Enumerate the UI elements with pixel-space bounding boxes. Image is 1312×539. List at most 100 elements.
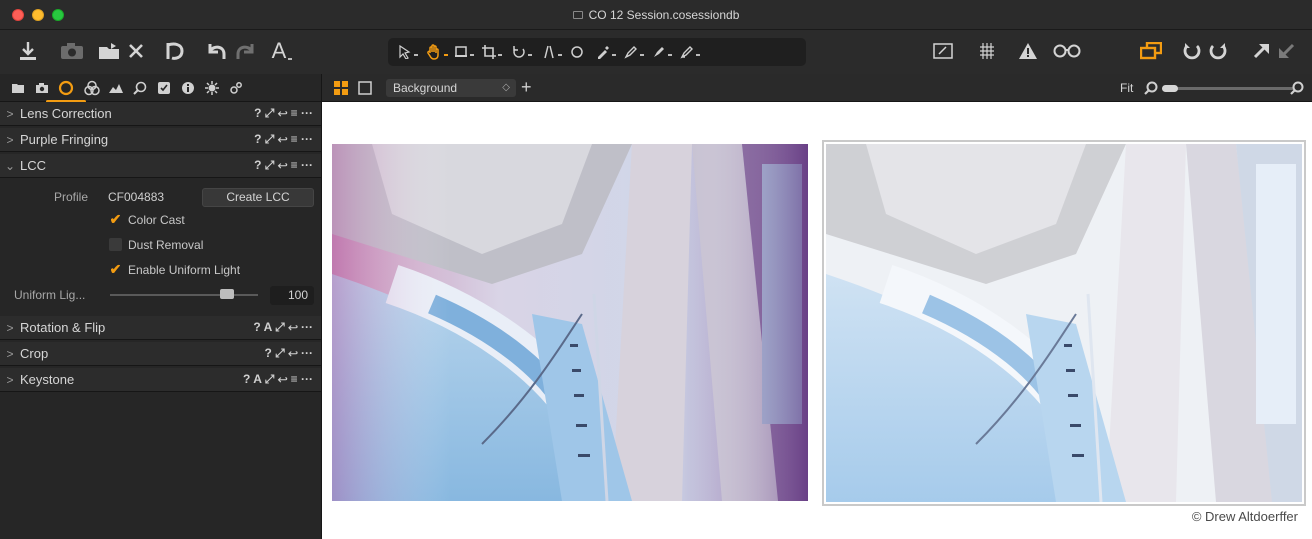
capture-icon — [36, 83, 48, 93]
import-button[interactable] — [14, 36, 42, 66]
color-cast-checkbox[interactable]: ✔ — [109, 212, 122, 226]
tab-library[interactable] — [10, 80, 26, 96]
tab-adjustments[interactable] — [156, 80, 172, 96]
single-view-icon — [358, 81, 372, 95]
multi-view-button[interactable] — [1138, 36, 1164, 66]
variants-icon — [1140, 42, 1162, 60]
proof-button[interactable] — [930, 36, 956, 66]
tab-exposure[interactable] — [108, 80, 124, 96]
tool-header-actions[interactable]: ? ⤢ ↩ ≡ ··· — [254, 158, 321, 173]
reset-button[interactable] — [160, 36, 190, 66]
tab-color[interactable] — [84, 80, 100, 96]
zoom-in-icon[interactable] — [1290, 81, 1304, 98]
keystone-icon — [544, 45, 554, 59]
delete-button[interactable] — [124, 36, 148, 66]
select-tool[interactable] — [398, 42, 418, 62]
text-icon: A — [271, 38, 287, 63]
rotate-left-button[interactable] — [1180, 36, 1204, 66]
rotate-tool[interactable] — [512, 42, 532, 62]
title-bar: CO 12 Session.cosessiondb — [0, 0, 1312, 30]
chevron-right-icon: > — [6, 372, 14, 387]
metadata-icon — [182, 82, 194, 94]
redo-icon — [236, 44, 254, 59]
tab-details[interactable] — [132, 80, 148, 96]
uniform-light-slider-track[interactable] — [110, 294, 258, 296]
pan-tool[interactable] — [426, 42, 448, 62]
tool-title: LCC — [20, 158, 47, 173]
tool-header-actions[interactable]: ? A ⤢ ↩ ··· — [253, 320, 321, 335]
move-to-folder-button[interactable] — [96, 36, 122, 66]
background-select-value: Background — [393, 81, 458, 95]
single-view-toggle[interactable] — [358, 81, 372, 98]
photo-after[interactable] — [822, 140, 1306, 506]
copy-adjustments-icon — [1253, 44, 1269, 59]
zoom-slider-track[interactable] — [1162, 87, 1294, 90]
rotate-right-button[interactable] — [1206, 36, 1230, 66]
background-select[interactable]: Background ◇ — [386, 79, 516, 97]
paste-adjustments-button[interactable] — [1276, 36, 1298, 66]
tool-panel: > Lens Correction ? ⤢ ↩ ≡ ··· > Purple F… — [0, 102, 322, 539]
tool-header-actions[interactable]: ? ⤢ ↩ ··· — [264, 346, 321, 361]
redo-button[interactable] — [234, 36, 256, 66]
tab-metadata[interactable] — [180, 80, 196, 96]
grid-button[interactable] — [976, 36, 998, 66]
focus-mask-button[interactable] — [1050, 36, 1084, 66]
crop-tool[interactable] — [482, 42, 502, 62]
picker-icon — [598, 46, 609, 59]
folder-move-icon — [99, 43, 119, 59]
create-lcc-button[interactable]: Create LCC — [202, 188, 314, 207]
loupe-tool[interactable] — [454, 42, 474, 62]
eraser-tool[interactable] — [652, 42, 672, 62]
undo-button[interactable] — [206, 36, 228, 66]
dust-removal-checkbox[interactable] — [109, 238, 122, 251]
text-tool-button[interactable]: A — [270, 36, 294, 66]
chevron-right-icon: > — [6, 346, 14, 361]
brush-tool[interactable] — [624, 42, 644, 62]
camera-icon — [61, 43, 83, 59]
tool-header-actions[interactable]: ? ⤢ ↩ ≡ ··· — [254, 106, 321, 121]
crop-icon — [482, 45, 496, 59]
paste-adjustments-icon — [1279, 43, 1295, 58]
profile-label: Profile — [54, 190, 89, 204]
chevron-right-icon: > — [6, 132, 14, 147]
exposure-icon — [109, 84, 123, 93]
zoom-out-icon[interactable] — [1144, 81, 1158, 98]
tab-capture[interactable] — [34, 80, 50, 96]
spot-icon — [571, 46, 583, 58]
exposure-warning-button[interactable] — [1016, 36, 1040, 66]
add-layer-button[interactable]: + — [521, 77, 532, 97]
tool-header-purple-fringing[interactable]: > Purple Fringing ? ⤢ ↩ ≡ ··· — [0, 128, 321, 152]
copy-adjustments-button[interactable] — [1250, 36, 1272, 66]
multi-view-toggle[interactable] — [334, 81, 348, 98]
uniform-light-checkbox[interactable]: ✔ — [109, 262, 122, 276]
eraser-icon — [654, 47, 664, 57]
keystone-tool[interactable] — [542, 42, 562, 62]
photo-before[interactable] — [332, 144, 808, 501]
tool-header-actions[interactable]: ? ⤢ ↩ ≡ ··· — [254, 132, 321, 147]
fit-label[interactable]: Fit — [1120, 81, 1133, 95]
tab-batch[interactable] — [228, 80, 244, 96]
undo-history-icon — [166, 42, 184, 60]
tab-output[interactable] — [204, 80, 220, 96]
picker-tool[interactable] — [596, 42, 616, 62]
spot-tool[interactable] — [570, 42, 584, 62]
gradient-tool[interactable] — [680, 42, 700, 62]
tool-header-crop[interactable]: > Crop ? ⤢ ↩ ··· — [0, 342, 321, 366]
tool-header-lcc[interactable]: ⌄ LCC ? ⤢ ↩ ≡ ··· — [0, 154, 321, 178]
main-toolbar: A — [0, 30, 1312, 74]
grid-view-icon — [334, 81, 348, 95]
tool-header-keystone[interactable]: > Keystone ? A ⤢ ↩ ≡ ··· — [0, 368, 321, 392]
tool-title: Purple Fringing — [20, 132, 109, 147]
tool-header-rotation-flip[interactable]: > Rotation & Flip ? A ⤢ ↩ ··· — [0, 316, 321, 340]
uniform-light-slider-thumb[interactable] — [220, 289, 234, 299]
zoom-slider-thumb[interactable] — [1162, 85, 1178, 92]
uniform-light-value[interactable]: 100 — [270, 286, 314, 305]
tab-lens[interactable] — [46, 80, 86, 103]
capture-button[interactable] — [56, 36, 88, 66]
photo-credit: © Drew Altdoerffer — [1191, 509, 1298, 524]
profile-value: CF004883 — [108, 190, 165, 204]
tool-header-lens-correction[interactable]: > Lens Correction ? ⤢ ↩ ≡ ··· — [0, 102, 321, 126]
color-cast-label: Color Cast — [128, 213, 185, 227]
tool-header-actions[interactable]: ? A ⤢ ↩ ≡ ··· — [243, 372, 321, 387]
chevron-down-icon: ⌄ — [4, 158, 16, 173]
